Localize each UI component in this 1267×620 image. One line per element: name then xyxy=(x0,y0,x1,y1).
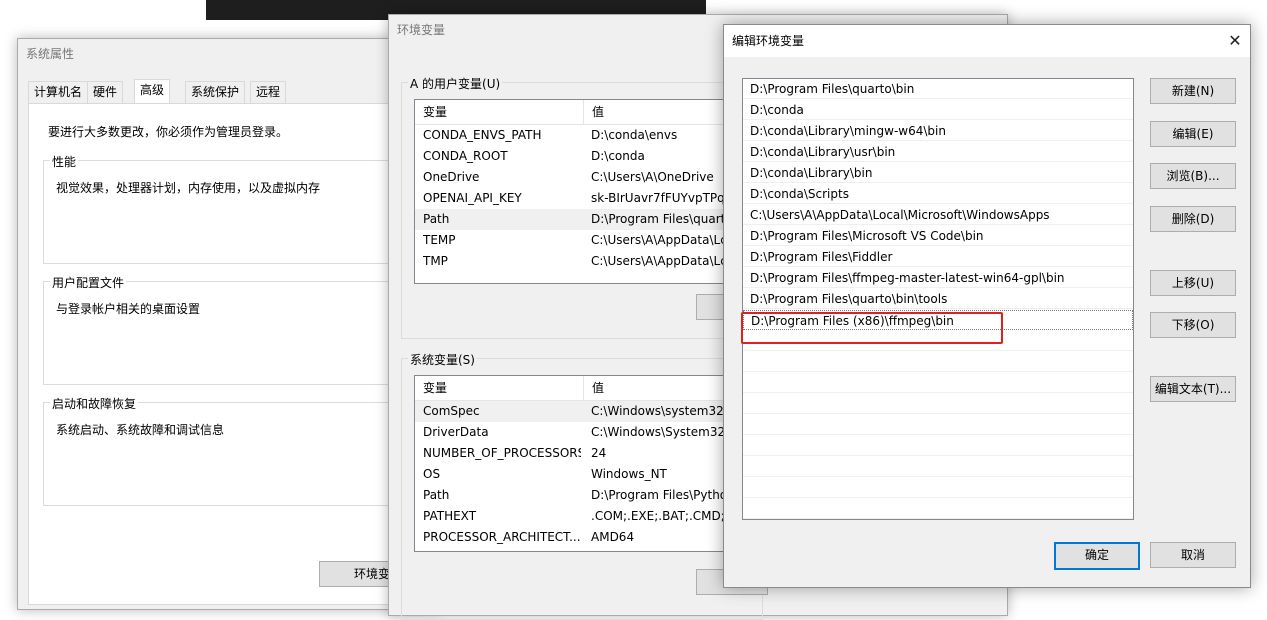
variable-name-cell: PROCESSOR_ARCHITECT... xyxy=(423,530,581,544)
move-up-button[interactable]: 上移(U) xyxy=(1150,270,1236,296)
system-variables-section: 系统变量(S) 变量 值 ComSpec C:\Windows\system32\… xyxy=(401,351,768,620)
table-row[interactable]: Path D:\Program Files\quart xyxy=(415,209,763,230)
delete-button[interactable]: 删除(D) xyxy=(1150,206,1236,232)
list-item[interactable]: D:\conda\Library\bin xyxy=(743,163,1133,183)
list-item[interactable]: D:\conda\Library\mingw-w64\bin xyxy=(743,121,1133,141)
table-row[interactable]: OPENAI_API_KEY sk-BIrUavr7fFUYvpTPq( xyxy=(415,188,763,209)
system-properties-title: 系统属性 xyxy=(26,47,75,61)
empty-list-row xyxy=(743,415,1133,435)
table-row[interactable]: Path D:\Program Files\Pytho xyxy=(415,485,763,506)
user-profile-text: 与登录帐户相关的桌面设置 xyxy=(56,302,201,316)
user-profile-label: 用户配置文件 xyxy=(50,274,127,291)
table-row[interactable]: CONDA_ROOT D:\conda xyxy=(415,146,763,167)
path-entries-list[interactable]: D:\Program Files\quarto\bin D:\conda D:\co… xyxy=(742,78,1134,520)
table-row[interactable]: ComSpec C:\Windows\system32\ xyxy=(415,401,763,422)
empty-list-row xyxy=(743,499,1133,519)
user-col-value[interactable]: 值 xyxy=(583,100,604,124)
list-item[interactable]: D:\Program Files (x86)\ffmpeg\bin xyxy=(743,310,1133,330)
edit-dialog-title: 编辑环境变量 xyxy=(724,25,1250,57)
list-item[interactable]: D:\Program Files\Microsoft VS Code\bin xyxy=(743,226,1133,246)
advanced-tab-panel: 要进行大多数更改，你必须作为管理员登录。 性能 视觉效果，处理器计划，内存使用，… xyxy=(28,103,465,605)
variable-name-cell: CONDA_ENVS_PATH xyxy=(423,128,542,142)
table-row[interactable]: DriverData C:\Windows\System32\ xyxy=(415,422,763,443)
tab-computer-name[interactable]: 计算机名 xyxy=(28,81,89,103)
variable-name-cell: TEMP xyxy=(423,233,456,247)
variable-name-cell: TMP xyxy=(423,254,448,268)
move-down-button[interactable]: 下移(O) xyxy=(1150,312,1236,338)
list-item[interactable]: D:\Program Files\ffmpeg-master-latest-wi… xyxy=(743,268,1133,288)
user-table-header: 变量 值 xyxy=(415,100,763,125)
empty-list-row xyxy=(743,394,1133,414)
variable-name-cell: OneDrive xyxy=(423,170,480,184)
performance-group: 性能 视觉效果，处理器计划，内存使用，以及虚拟内存 设 xyxy=(43,153,426,264)
close-icon[interactable]: ✕ xyxy=(1220,25,1250,57)
list-item[interactable]: D:\Program Files\Fiddler xyxy=(743,247,1133,267)
tab-remote[interactable]: 远程 xyxy=(250,81,287,103)
empty-list-row xyxy=(743,331,1133,351)
table-row[interactable]: PATHEXT .COM;.EXE;.BAT;.CMD;.V xyxy=(415,506,763,527)
variable-name-cell: Path xyxy=(423,488,450,502)
admin-note: 要进行大多数更改，你必须作为管理员登录。 xyxy=(48,125,289,139)
empty-list-row xyxy=(743,478,1133,498)
empty-list-row xyxy=(743,373,1133,393)
user-profile-group: 用户配置文件 与登录帐户相关的桌面设置 设 xyxy=(43,274,426,385)
list-item[interactable]: D:\Program Files\quarto\bin xyxy=(743,79,1133,99)
table-row[interactable]: TMP C:\Users\A\AppData\Lc xyxy=(415,251,763,272)
performance-text: 视觉效果，处理器计划，内存使用，以及虚拟内存 xyxy=(56,181,321,195)
user-col-variable[interactable]: 变量 xyxy=(415,100,447,124)
list-item[interactable]: D:\conda\Scripts xyxy=(743,184,1133,204)
empty-list-row xyxy=(743,352,1133,372)
edit-text-button[interactable]: 编辑文本(T)... xyxy=(1150,376,1236,402)
list-item[interactable]: C:\Users\A\AppData\Local\Microsoft\Windo… xyxy=(743,205,1133,225)
list-item[interactable]: D:\conda\Library\usr\bin xyxy=(743,142,1133,162)
table-row[interactable]: TEMP C:\Users\A\AppData\Lc xyxy=(415,230,763,251)
variable-name-cell: OPENAI_API_KEY xyxy=(423,191,522,205)
ok-button[interactable]: 确定 xyxy=(1054,542,1140,570)
system-col-value[interactable]: 值 xyxy=(583,376,604,400)
variable-name-cell: OS xyxy=(423,467,441,481)
tab-advanced[interactable]: 高级 xyxy=(134,79,171,104)
variable-name-cell: PATHEXT xyxy=(423,509,477,523)
variable-name-cell: Path xyxy=(423,212,450,226)
system-col-variable[interactable]: 变量 xyxy=(415,376,447,400)
browse-button[interactable]: 浏览(B)... xyxy=(1150,163,1236,189)
edit-environment-variable-dialog: 编辑环境变量 ✕ D:\Program Files\quarto\bin D:\c… xyxy=(723,24,1251,588)
user-variables-label: A 的用户变量(U) xyxy=(408,75,503,92)
empty-list-row xyxy=(743,436,1133,456)
startup-recovery-text: 系统启动、系统故障和调试信息 xyxy=(56,423,225,437)
table-row[interactable]: OneDrive C:\Users\A\OneDrive xyxy=(415,167,763,188)
new-button[interactable]: 新建(N) xyxy=(1150,78,1236,104)
user-variables-section: A 的用户变量(U) 变量 值 CONDA_ENVS_PATH D:\conda\… xyxy=(401,75,768,339)
list-item[interactable]: D:\conda xyxy=(743,100,1133,120)
system-variables-label: 系统变量(S) xyxy=(408,351,477,368)
startup-recovery-group: 启动和故障恢复 系统启动、系统故障和调试信息 设 xyxy=(43,395,426,506)
system-variables-table: 变量 值 ComSpec C:\Windows\system32\ DriverDa… xyxy=(414,375,764,552)
list-item[interactable]: D:\Program Files\quarto\bin\tools xyxy=(743,289,1133,309)
variable-name-cell: CONDA_ROOT xyxy=(423,149,508,163)
system-table-header: 变量 值 xyxy=(415,376,763,401)
user-variables-table: 变量 值 CONDA_ENVS_PATH D:\conda\envs CONDA_R… xyxy=(414,99,764,284)
empty-list-row xyxy=(743,457,1133,477)
variable-name-cell: DriverData xyxy=(423,425,489,439)
tab-system-protection[interactable]: 系统保护 xyxy=(185,81,246,103)
performance-label: 性能 xyxy=(50,153,79,170)
table-row[interactable]: PROCESSOR_ARCHITECT... AMD64 xyxy=(415,527,763,548)
table-row[interactable]: NUMBER_OF_PROCESSORS 24 xyxy=(415,443,763,464)
system-properties-window: 系统属性 计算机名 硬件 高级 系统保护 远程 要进行大多数更改，你必须作为管理… xyxy=(17,38,465,610)
variable-name-cell: ComSpec xyxy=(423,404,480,418)
table-row[interactable]: OS Windows_NT xyxy=(415,464,763,485)
startup-recovery-label: 启动和故障恢复 xyxy=(50,395,139,412)
edit-button[interactable]: 编辑(E) xyxy=(1150,121,1236,147)
tab-hardware[interactable]: 硬件 xyxy=(87,81,124,103)
table-row[interactable]: CONDA_ENVS_PATH D:\conda\envs xyxy=(415,125,763,146)
variable-name-cell: NUMBER_OF_PROCESSORS xyxy=(423,446,581,460)
cancel-button[interactable]: 取消 xyxy=(1150,542,1236,568)
